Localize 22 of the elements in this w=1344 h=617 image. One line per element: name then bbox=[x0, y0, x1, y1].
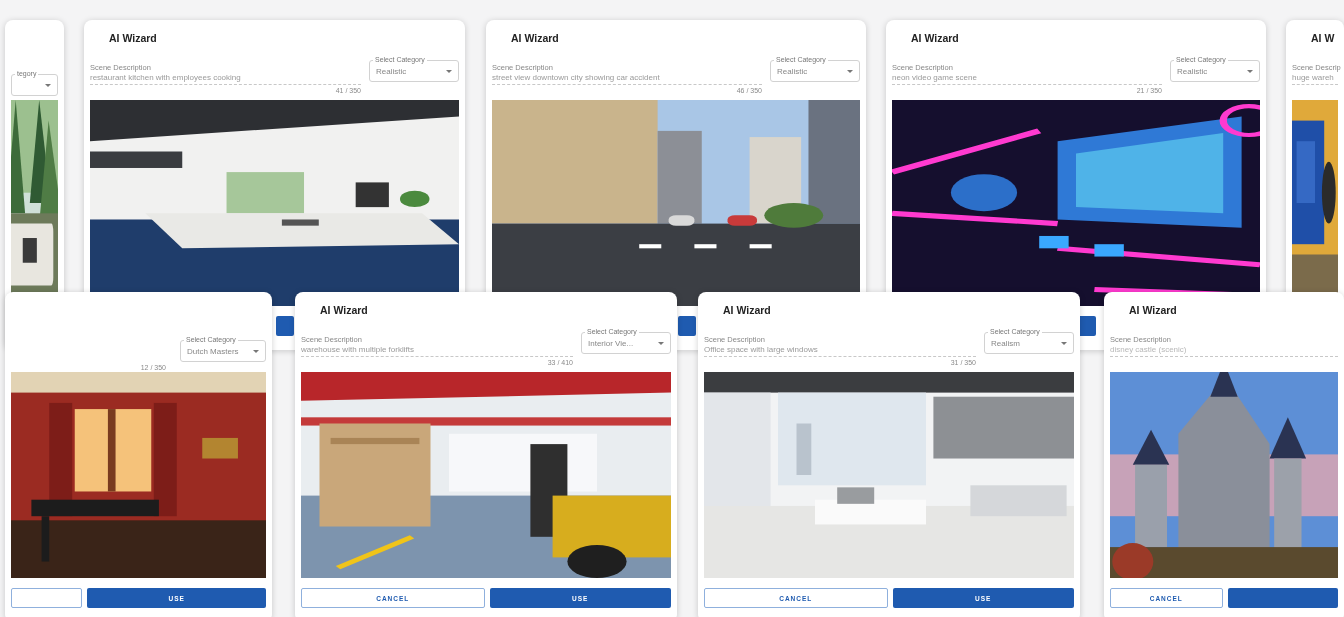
description-field[interactable]: huge wareh bbox=[1292, 72, 1338, 85]
description-field[interactable]: restaurant kitchen with employees cooking bbox=[90, 72, 361, 85]
dialog-title: AI Wizard bbox=[320, 304, 368, 316]
description-field[interactable]: warehouse with multiple forklifts bbox=[301, 344, 573, 357]
caret-icon bbox=[1247, 69, 1253, 73]
description-field[interactable]: street view downtown city showing car accident bbox=[492, 72, 762, 85]
cancel-button[interactable] bbox=[11, 588, 83, 608]
dialog-title: AI Wizard bbox=[723, 304, 771, 316]
dialog-title: AI Wizard bbox=[1129, 304, 1177, 316]
dialog-title: AI Wizard bbox=[511, 32, 559, 44]
description-field[interactable]: disney castle (scenic) bbox=[1110, 344, 1338, 357]
caret-icon bbox=[1061, 341, 1067, 345]
description-field[interactable]: Office space with large windows bbox=[704, 344, 976, 357]
caret-icon bbox=[658, 341, 664, 345]
caret-icon bbox=[253, 349, 259, 353]
caret-icon bbox=[45, 83, 51, 87]
caret-icon bbox=[847, 69, 853, 73]
dialog-title: AI W bbox=[1311, 32, 1335, 44]
caret-icon bbox=[446, 69, 452, 73]
description-field[interactable]: neon video game scene bbox=[892, 72, 1162, 85]
dialog-title: AI Wizard bbox=[109, 32, 157, 44]
dialog-title: AI Wizard bbox=[911, 32, 959, 44]
